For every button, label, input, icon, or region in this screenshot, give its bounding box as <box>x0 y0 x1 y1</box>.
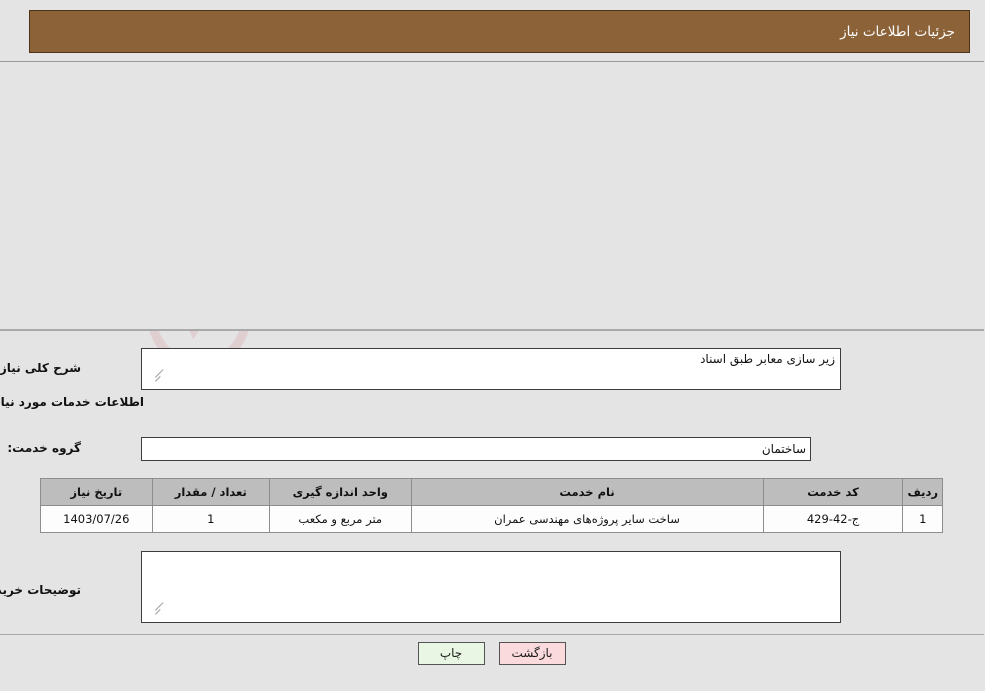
page-root: AriaTender.net جزئیات اطلاعات نیاز شماره… <box>0 0 985 691</box>
cell-need-date: 1403/07/26 <box>41 505 154 533</box>
resize-grip-icon[interactable] <box>146 369 165 387</box>
cell-service-name: ساخت سایر پروژه‌های مهندسی عمران <box>411 505 765 533</box>
cell-unit: متر مربع و مکعب <box>270 505 413 533</box>
cell-service-code: ج-42-429 <box>763 505 905 533</box>
description-textarea[interactable]: زیر سازی معابر طبق اسناد <box>142 348 842 390</box>
table-row: 1 ج-42-429 ساخت سایر پروژه‌های مهندسی عم… <box>41 505 944 533</box>
resize-grip-icon-notes[interactable] <box>146 602 165 620</box>
col-need-date: تاریخ نیاز <box>41 478 154 506</box>
page-header-bar: جزئیات اطلاعات نیاز <box>30 10 971 53</box>
footer-actions: بازگشت چاپ <box>0 642 985 665</box>
col-row-no: ردیف <box>903 478 944 506</box>
page-title: جزئیات اطلاعات نیاز <box>841 23 956 40</box>
back-button[interactable]: بازگشت <box>499 642 567 665</box>
cell-row-no: 1 <box>903 505 944 533</box>
need-info-panel <box>0 61 985 330</box>
col-unit: واحد اندازه گیری <box>270 478 413 506</box>
buyer-notes-textarea[interactable] <box>142 551 842 623</box>
description-value: زیر سازی معابر طبق اسناد <box>701 352 836 366</box>
table-header-row: ردیف کد خدمت نام خدمت واحد اندازه گیری ت… <box>41 478 944 506</box>
services-table: ردیف کد خدمت نام خدمت واحد اندازه گیری ت… <box>41 478 944 533</box>
cell-quantity: 1 <box>152 505 272 533</box>
col-quantity: تعداد / مقدار <box>152 478 272 506</box>
col-service-code: کد خدمت <box>763 478 905 506</box>
col-service-name: نام خدمت <box>411 478 765 506</box>
print-button[interactable]: چاپ <box>418 642 486 665</box>
